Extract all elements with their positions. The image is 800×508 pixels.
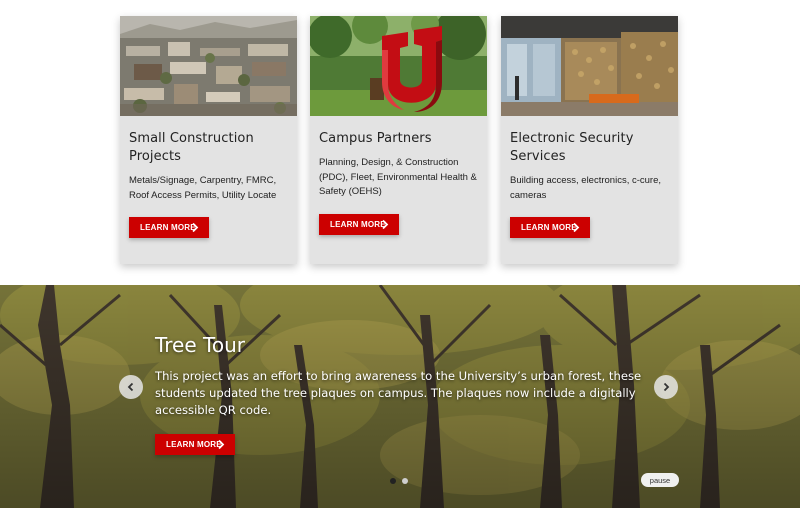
carousel-dot-2[interactable]	[402, 478, 408, 484]
card-description: Planning, Design, & Construction (PDC), …	[319, 157, 477, 197]
building-lobby-image	[501, 16, 678, 116]
tree-tour-carousel: Tree Tour This project was an effort to …	[0, 285, 800, 508]
learn-more-button[interactable]: LEARN MORE	[319, 214, 399, 235]
chevron-right-icon	[573, 222, 580, 233]
button-label: LEARN MORE	[166, 440, 222, 449]
carousel-prev-button[interactable]	[119, 375, 143, 399]
card-campus-partners: Campus Partners Planning, Design, & Cons…	[310, 16, 487, 264]
chevron-right-icon	[382, 219, 389, 230]
carousel-description: This project was an effort to bring awar…	[155, 369, 642, 417]
campus-aerial-image	[120, 16, 297, 116]
learn-more-button[interactable]: LEARN MORE	[510, 217, 590, 238]
learn-more-button[interactable]: LEARN MORE	[129, 217, 209, 238]
button-label: LEARN MORE	[140, 223, 196, 232]
card-title: Small Construction Projects	[129, 131, 254, 164]
card-small-construction: Small Construction Projects Metals/Signa…	[120, 16, 297, 264]
service-cards-section: Small Construction Projects Metals/Signa…	[0, 0, 800, 285]
button-label: LEARN MORE	[330, 220, 386, 229]
carousel-pause-button[interactable]: pause	[641, 473, 679, 487]
card-title: Campus Partners	[319, 131, 432, 146]
button-label: LEARN MORE	[521, 223, 577, 232]
chevron-right-icon	[218, 439, 225, 450]
chevron-right-icon	[192, 222, 199, 233]
carousel-title: Tree Tour	[155, 333, 245, 357]
carousel-next-button[interactable]	[654, 375, 678, 399]
card-electronic-security: Electronic Security Services Building ac…	[501, 16, 678, 264]
carousel-dot-1[interactable]	[390, 478, 396, 484]
card-description: Metals/Signage, Carpentry, FMRC, Roof Ac…	[129, 175, 277, 201]
block-u-image	[310, 16, 487, 116]
chevron-left-icon	[127, 382, 134, 392]
chevron-right-icon	[663, 382, 670, 392]
carousel-learn-more-button[interactable]: LEARN MORE	[155, 434, 235, 455]
card-title: Electronic Security Services	[510, 131, 634, 164]
card-description: Building access, electronics, c-cure, ca…	[510, 175, 662, 201]
